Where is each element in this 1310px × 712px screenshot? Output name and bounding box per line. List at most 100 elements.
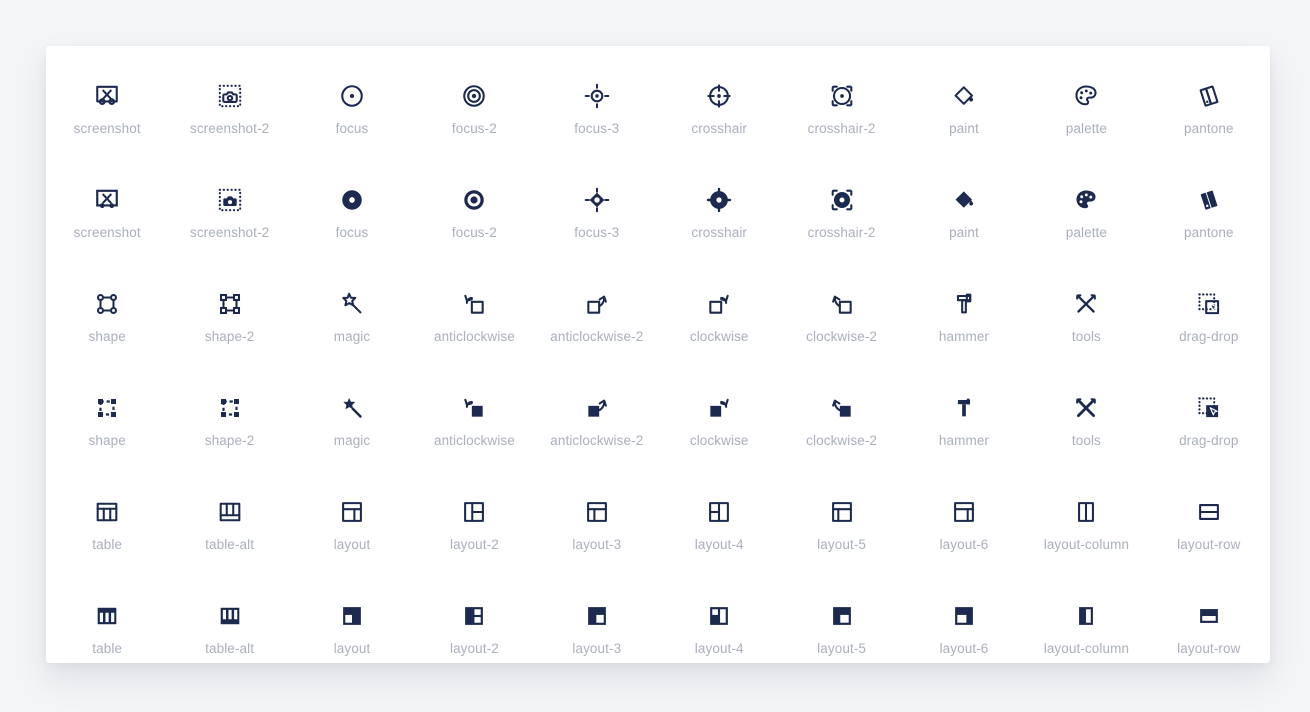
icon-cell-anticlockwise-2-outline[interactable]: anticlockwise-2	[536, 270, 658, 374]
icon-cell-layout-2-filled[interactable]: layout-2	[413, 582, 535, 686]
icon-cell-layout-6-outline[interactable]: layout-6	[903, 478, 1025, 582]
tools-icon	[1072, 394, 1100, 422]
icon-label: layout-5	[817, 537, 866, 552]
icon-label: layout-column	[1043, 641, 1130, 656]
icon-cell-anticlockwise-2-filled[interactable]: anticlockwise-2	[536, 374, 658, 478]
clockwise-icon	[705, 290, 733, 318]
icon-cell-paint-filled[interactable]: paint	[903, 166, 1025, 270]
icon-label: shape	[88, 433, 126, 448]
magic-icon	[338, 394, 366, 422]
icon-label: layout-6	[939, 537, 989, 552]
icon-cell-layout-5-filled[interactable]: layout-5	[780, 582, 902, 686]
layout-icon	[338, 498, 366, 526]
icon-cell-layout-3-filled[interactable]: layout-3	[536, 582, 658, 686]
layout-5-icon	[828, 498, 856, 526]
icon-cell-shape-2-outline[interactable]: shape-2	[168, 270, 290, 374]
icon-label: magic	[333, 433, 371, 448]
icon-cell-magic-filled[interactable]: magic	[291, 374, 413, 478]
icon-label: clockwise-2	[806, 329, 878, 344]
icon-cell-palette-outline[interactable]: palette	[1025, 62, 1147, 166]
layout-3-icon	[583, 498, 611, 526]
icon-cell-layout-column-outline[interactable]: layout-column	[1025, 478, 1147, 582]
icon-label: clockwise-2	[806, 433, 878, 448]
icon-cell-anticlockwise-outline[interactable]: anticlockwise	[413, 270, 535, 374]
icon-cell-drag-drop-filled[interactable]: drag-drop	[1148, 374, 1270, 478]
screenshot-icon	[93, 186, 121, 214]
icon-cell-layout-6-filled[interactable]: layout-6	[903, 582, 1025, 686]
icon-cell-crosshair-outline[interactable]: crosshair	[658, 62, 780, 166]
icon-gallery-card: screenshot screenshot-2 focus focus-2 foc…	[46, 46, 1270, 663]
icon-cell-table-filled[interactable]: table	[46, 582, 168, 686]
icon-cell-focus-outline[interactable]: focus	[291, 62, 413, 166]
screenshot-2-icon	[216, 186, 244, 214]
layout-4-icon	[705, 498, 733, 526]
icon-cell-shape-filled[interactable]: shape	[46, 374, 168, 478]
icon-cell-drag-drop-outline[interactable]: drag-drop	[1148, 270, 1270, 374]
icon-cell-screenshot-2-filled[interactable]: screenshot-2	[168, 166, 290, 270]
crosshair-icon	[705, 82, 733, 110]
icon-cell-focus-2-outline[interactable]: focus-2	[413, 62, 535, 166]
table-alt-icon	[216, 498, 244, 526]
icon-cell-layout-5-outline[interactable]: layout-5	[780, 478, 902, 582]
icon-cell-shape-2-filled[interactable]: shape-2	[168, 374, 290, 478]
icon-cell-clockwise-outline[interactable]: clockwise	[658, 270, 780, 374]
icon-cell-layout-column-filled[interactable]: layout-column	[1025, 582, 1147, 686]
icon-label: focus-2	[451, 121, 497, 136]
icon-cell-layout-row-filled[interactable]: layout-row	[1148, 582, 1270, 686]
icon-cell-layout-3-outline[interactable]: layout-3	[536, 478, 658, 582]
layout-icon	[338, 602, 366, 630]
icon-label: layout-2	[449, 537, 499, 552]
icon-cell-hammer-filled[interactable]: hammer	[903, 374, 1025, 478]
focus-3-icon	[583, 82, 611, 110]
icon-label: palette	[1065, 225, 1107, 240]
icon-label: screenshot-2	[189, 121, 270, 136]
icon-cell-anticlockwise-filled[interactable]: anticlockwise	[413, 374, 535, 478]
icon-cell-focus-2-filled[interactable]: focus-2	[413, 166, 535, 270]
icon-cell-layout-outline[interactable]: layout	[291, 478, 413, 582]
icon-label: clockwise	[689, 329, 749, 344]
icon-cell-table-outline[interactable]: table	[46, 478, 168, 582]
anticlockwise-icon	[460, 290, 488, 318]
icon-cell-layout-4-outline[interactable]: layout-4	[658, 478, 780, 582]
icon-cell-layout-filled[interactable]: layout	[291, 582, 413, 686]
icon-cell-tools-filled[interactable]: tools	[1025, 374, 1147, 478]
paint-icon	[950, 82, 978, 110]
icon-cell-crosshair-2-filled[interactable]: crosshair-2	[780, 166, 902, 270]
icon-label: clockwise	[689, 433, 749, 448]
icon-cell-table-alt-filled[interactable]: table-alt	[168, 582, 290, 686]
icon-cell-hammer-outline[interactable]: hammer	[903, 270, 1025, 374]
icon-cell-magic-outline[interactable]: magic	[291, 270, 413, 374]
icon-label: drag-drop	[1179, 329, 1239, 344]
icon-cell-paint-outline[interactable]: paint	[903, 62, 1025, 166]
focus-icon	[338, 82, 366, 110]
icon-cell-clockwise-2-outline[interactable]: clockwise-2	[780, 270, 902, 374]
icon-cell-clockwise-filled[interactable]: clockwise	[658, 374, 780, 478]
icon-label: table-alt	[205, 537, 255, 552]
icon-cell-pantone-outline[interactable]: pantone	[1148, 62, 1270, 166]
icon-cell-table-alt-outline[interactable]: table-alt	[168, 478, 290, 582]
icon-cell-clockwise-2-filled[interactable]: clockwise-2	[780, 374, 902, 478]
shape-2-icon	[216, 290, 244, 318]
magic-icon	[338, 290, 366, 318]
icon-label: focus-3	[574, 225, 620, 240]
clockwise-icon	[705, 394, 733, 422]
icon-cell-crosshair-filled[interactable]: crosshair	[658, 166, 780, 270]
focus-icon	[338, 186, 366, 214]
icon-cell-pantone-filled[interactable]: pantone	[1148, 166, 1270, 270]
icon-cell-tools-outline[interactable]: tools	[1025, 270, 1147, 374]
icon-cell-focus-3-outline[interactable]: focus-3	[536, 62, 658, 166]
icon-cell-layout-4-filled[interactable]: layout-4	[658, 582, 780, 686]
icon-cell-screenshot-filled[interactable]: screenshot	[46, 166, 168, 270]
icon-cell-screenshot-2-outline[interactable]: screenshot-2	[168, 62, 290, 166]
icon-cell-screenshot-outline[interactable]: screenshot	[46, 62, 168, 166]
icon-cell-layout-row-outline[interactable]: layout-row	[1148, 478, 1270, 582]
icon-cell-palette-filled[interactable]: palette	[1025, 166, 1147, 270]
icon-label: crosshair	[691, 225, 748, 240]
icon-cell-layout-2-outline[interactable]: layout-2	[413, 478, 535, 582]
icon-label: table-alt	[205, 641, 255, 656]
focus-2-icon	[460, 186, 488, 214]
icon-cell-crosshair-2-outline[interactable]: crosshair-2	[780, 62, 902, 166]
icon-cell-shape-outline[interactable]: shape	[46, 270, 168, 374]
icon-cell-focus-3-filled[interactable]: focus-3	[536, 166, 658, 270]
icon-cell-focus-filled[interactable]: focus	[291, 166, 413, 270]
